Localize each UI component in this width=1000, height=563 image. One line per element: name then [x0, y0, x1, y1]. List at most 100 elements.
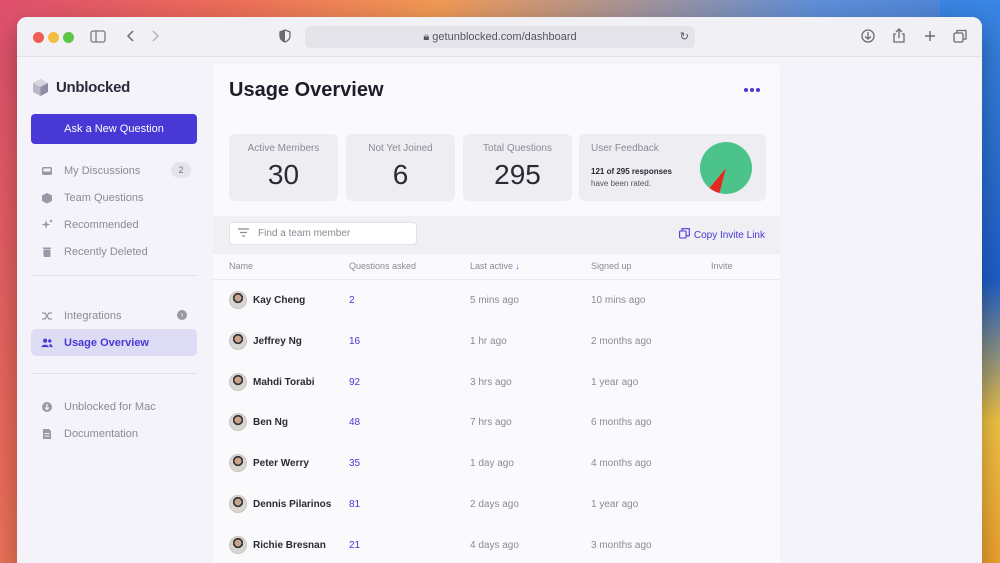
tab-overview-icon[interactable] — [951, 27, 971, 47]
stat-value: 30 — [267, 159, 300, 190]
signed-up: 1 year ago — [591, 376, 639, 388]
table-row[interactable]: Peter Werry 35 1 day ago 4 months ago — [213, 443, 780, 484]
cube-icon — [41, 192, 53, 204]
column-header-invite[interactable]: Invite — [711, 261, 733, 271]
lock-icon: 🔒︎ — [423, 31, 430, 43]
feedback-pie-chart — [700, 142, 752, 194]
stat-card-not-yet-joined: Not Yet Joined 6 — [346, 134, 455, 201]
avatar — [229, 413, 247, 432]
minimize-window-button[interactable] — [48, 32, 59, 43]
share-icon[interactable] — [890, 27, 910, 47]
new-tab-icon[interactable] — [921, 27, 941, 47]
signed-up: 10 mins ago — [591, 295, 646, 306]
table-row[interactable]: Jeffrey Ng 16 1 hr ago 2 months ago — [213, 321, 780, 362]
questions-asked[interactable]: 92 — [349, 377, 360, 388]
questions-asked[interactable]: 48 — [349, 417, 360, 428]
sidebar-item-documentation[interactable]: Documentation — [31, 420, 197, 447]
avatar — [229, 535, 247, 554]
last-active: 2 days ago — [470, 499, 519, 510]
sidebar-item-recently-deleted[interactable]: Recently Deleted — [31, 238, 197, 265]
signed-up: 3 months ago — [591, 539, 652, 551]
column-header-signed-up[interactable]: Signed up — [591, 261, 632, 271]
last-active: 1 day ago — [470, 458, 514, 470]
app-logo[interactable]: Unblocked — [31, 77, 130, 97]
stat-label: Total Questions — [483, 143, 552, 154]
sparkle-icon — [41, 219, 53, 231]
app-name: Unblocked — [56, 78, 130, 96]
page-title: Usage Overview — [229, 79, 384, 101]
reload-icon[interactable]: ↻ — [680, 26, 689, 48]
sort-descending-icon: ↓ — [515, 262, 520, 271]
downloads-icon[interactable] — [859, 27, 879, 47]
browser-toolbar: 🔒︎ getunblocked.com/dashboard ↻ — [17, 17, 982, 57]
address-bar[interactable]: 🔒︎ getunblocked.com/dashboard ↻ — [305, 26, 695, 48]
back-icon[interactable] — [123, 27, 143, 47]
questions-asked[interactable]: 81 — [349, 499, 360, 510]
search-placeholder: Find a team member — [258, 228, 351, 239]
discussions-count-badge: 2 — [171, 162, 191, 178]
sidebar-divider — [31, 275, 197, 276]
member-name: Ben Ng — [253, 417, 288, 429]
questions-asked[interactable]: 35 — [349, 458, 360, 469]
column-header-name[interactable]: Name — [229, 261, 253, 271]
member-name: Richie Bresnan — [253, 539, 326, 551]
sidebar-item-label: Recommended — [64, 218, 139, 231]
sidebar-item-team-questions[interactable]: Team Questions — [31, 184, 197, 211]
member-name: Mahdi Torabi — [253, 376, 315, 388]
avatar — [229, 495, 247, 513]
copy-invite-link-button[interactable]: Copy Invite Link — [678, 228, 765, 242]
sidebar-toggle-icon[interactable] — [89, 27, 109, 47]
sidebar-item-recommended[interactable]: Recommended — [31, 211, 197, 238]
table-row[interactable]: Mahdi Torabi 92 3 hrs ago 1 year ago — [213, 362, 780, 403]
column-header-last-active[interactable]: Last active ↓ — [470, 261, 520, 271]
questions-asked[interactable]: 16 — [349, 336, 360, 347]
questions-asked[interactable]: 2 — [349, 295, 355, 306]
signed-up: 4 months ago — [591, 458, 652, 470]
sidebar-item-label: Usage Overview — [64, 336, 149, 349]
sidebar-item-usage-overview[interactable]: Usage Overview — [31, 329, 197, 356]
last-active: 5 mins ago — [470, 295, 519, 306]
sidebar-item-integrations[interactable]: Integrations › — [31, 302, 197, 329]
table-row[interactable]: Dennis Pilarinos 81 2 days ago 1 year ago — [213, 484, 780, 525]
stat-value: 6 — [392, 159, 409, 190]
member-name: Jeffrey Ng — [253, 335, 302, 347]
questions-asked[interactable]: 21 — [349, 540, 360, 551]
table-row[interactable]: Kay Cheng 2 5 mins ago 10 mins ago — [213, 280, 780, 321]
table-row[interactable]: Richie Bresnan 21 4 days ago 3 months ago — [213, 525, 780, 563]
shuffle-icon — [41, 310, 53, 322]
download-icon — [41, 401, 53, 413]
document-icon — [41, 428, 53, 440]
zoom-window-button[interactable] — [63, 32, 74, 43]
close-window-button[interactable] — [33, 32, 44, 43]
table-row[interactable]: Ben Ng 48 7 hrs ago 6 months ago — [213, 402, 780, 443]
feedback-summary-note: have been rated. — [591, 179, 652, 188]
last-active: 3 hrs ago — [470, 376, 512, 388]
column-header-label: Last active — [470, 261, 514, 271]
stat-card-total-questions: Total Questions 295 — [463, 134, 572, 201]
more-options-icon[interactable] — [744, 88, 760, 92]
privacy-shield-icon[interactable] — [277, 27, 297, 47]
column-header-questions[interactable]: Questions asked — [349, 261, 416, 271]
sidebar-item-my-discussions[interactable]: My Discussions 2 — [31, 157, 197, 184]
forward-icon[interactable] — [147, 27, 167, 47]
stat-label: Active Members — [247, 143, 320, 154]
unblocked-logo-icon — [33, 78, 48, 96]
avatar — [229, 454, 247, 473]
info-icon[interactable]: › — [177, 310, 187, 320]
avatar — [229, 331, 247, 350]
feedback-summary: 121 of 295 responses — [591, 167, 672, 176]
signed-up: 1 year ago — [591, 499, 639, 510]
stat-label: Not Yet Joined — [368, 143, 433, 154]
avatar — [229, 372, 247, 391]
filter-icon — [238, 227, 249, 240]
sidebar: Unblocked Ask a New Question My Discussi… — [17, 57, 212, 563]
signed-up: 2 months ago — [591, 335, 652, 347]
users-icon — [41, 337, 53, 349]
sidebar-item-unblocked-for-mac[interactable]: Unblocked for Mac — [31, 393, 197, 420]
member-search-input[interactable]: Find a team member — [229, 222, 417, 245]
copy-invite-link-label: Copy Invite Link — [693, 229, 765, 241]
ask-new-question-button[interactable]: Ask a New Question — [31, 114, 197, 144]
url-text: getunblocked.com/dashboard — [432, 31, 577, 43]
member-name: Peter Werry — [253, 458, 309, 470]
member-name: Dennis Pilarinos — [253, 499, 332, 510]
